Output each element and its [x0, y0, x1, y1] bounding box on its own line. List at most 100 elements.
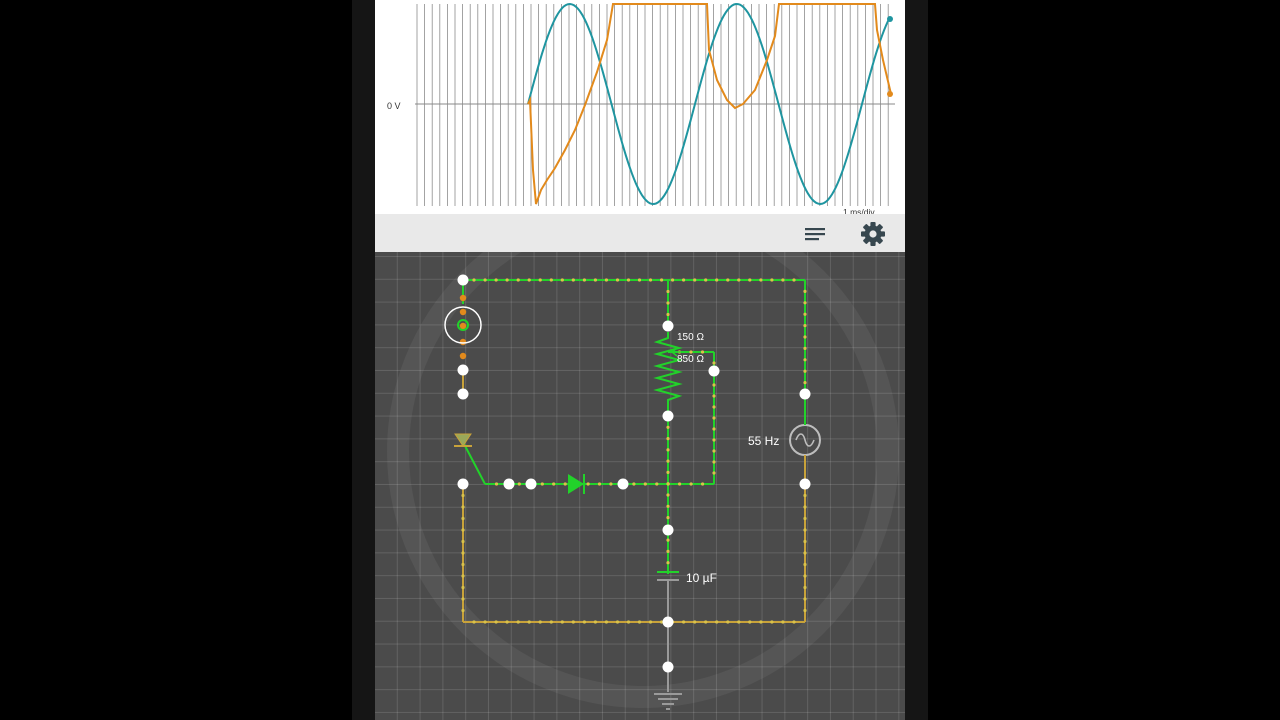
current-dot — [792, 620, 796, 624]
current-dot — [682, 620, 686, 624]
current-dot — [781, 278, 785, 282]
current-dot — [563, 482, 567, 486]
current-dot — [803, 493, 807, 498]
current-dot — [472, 620, 476, 624]
current-dot — [770, 620, 774, 624]
current-dot — [604, 620, 608, 624]
current-dot — [666, 425, 670, 429]
resistor-upper-label: 150 Ω — [677, 332, 704, 343]
current-dot — [712, 361, 716, 365]
current-dot — [552, 482, 556, 486]
current-dot — [666, 493, 670, 497]
current-dot — [682, 278, 686, 282]
current-dot — [461, 597, 465, 601]
current-dot — [803, 505, 807, 509]
current-dot — [759, 278, 763, 282]
current-dot — [803, 528, 807, 532]
current-dot — [712, 416, 716, 420]
current-dot — [803, 516, 807, 521]
current-dot — [701, 482, 705, 486]
current-dot — [803, 346, 807, 350]
current-dot — [527, 278, 531, 282]
current-dot — [671, 278, 675, 282]
current-dot — [461, 562, 465, 567]
watermark-ring — [387, 252, 899, 708]
lines-menu-icon[interactable] — [803, 224, 827, 244]
current-dot — [494, 620, 498, 624]
current-dot — [560, 278, 564, 282]
source-frequency-label: 55 Hz — [748, 434, 779, 448]
current-dot — [461, 608, 465, 613]
current-dot — [586, 482, 590, 486]
current-dot — [712, 394, 716, 398]
voltage-trace-marker — [887, 91, 893, 97]
dim-wires — [462, 370, 806, 623]
current-dot — [803, 574, 807, 578]
current-dot — [666, 437, 670, 441]
current-dot — [461, 516, 465, 521]
current-dot — [748, 620, 752, 624]
current-dot — [792, 278, 796, 282]
current-dot — [593, 620, 597, 624]
current-dot — [549, 278, 553, 282]
current-dot — [748, 278, 752, 282]
current-dot — [626, 620, 631, 624]
current-dot — [666, 504, 670, 508]
current-dot — [712, 438, 716, 442]
current-dot — [726, 278, 730, 282]
current-dot — [549, 620, 553, 624]
current-dot — [516, 620, 520, 624]
current-dot — [666, 470, 670, 474]
current-dot — [712, 471, 716, 475]
current-dot — [461, 574, 465, 578]
current-dot — [461, 493, 465, 498]
current-dot — [803, 597, 807, 601]
current-dot — [461, 528, 465, 532]
circuit-diagram: 150 Ω 850 Ω 55 Hz 10 µF — [387, 252, 899, 710]
current-dot — [803, 358, 807, 362]
current-dot — [582, 278, 586, 282]
current-dot — [803, 301, 807, 305]
current-dot — [712, 427, 716, 431]
current-dot — [593, 278, 597, 282]
thyristor-symbol[interactable] — [454, 433, 472, 447]
current-dot — [803, 369, 807, 373]
oscilloscope-panel: 0 V 1 ms/div — [375, 0, 905, 252]
current-dot — [712, 383, 716, 387]
diode-symbol[interactable] — [568, 474, 584, 494]
current-dot — [461, 585, 465, 590]
current-dot — [770, 278, 774, 282]
current-dot — [693, 620, 697, 624]
current-dot — [666, 289, 670, 294]
current-dot — [803, 608, 807, 613]
current-dot — [571, 620, 575, 624]
gear-icon[interactable] — [859, 220, 887, 248]
current-dot — [615, 278, 620, 282]
current-dot — [759, 620, 763, 624]
current-dot — [540, 482, 544, 486]
current-dot — [803, 539, 807, 544]
sine-wave-icon — [795, 433, 815, 447]
connection-nodes[interactable] — [457, 274, 811, 673]
current-dot — [609, 482, 613, 486]
current-dot — [803, 562, 807, 567]
circuit-canvas[interactable]: 150 Ω 850 Ω 55 Hz 10 µF — [375, 252, 905, 720]
current-dot — [803, 289, 807, 293]
simulator-app: 0 V 1 ms/div 150 Ω 850 Ω 55 Hz 10 µF — [352, 0, 928, 720]
current-dot — [666, 459, 670, 463]
current-dots — [461, 278, 807, 624]
current-dot — [781, 620, 785, 624]
current-dot — [461, 551, 465, 555]
current-dot — [704, 278, 708, 282]
potentiometer[interactable] — [653, 332, 683, 416]
current-dot — [803, 324, 807, 328]
current-dot — [604, 278, 608, 282]
current-dot — [666, 549, 670, 553]
current-dot — [712, 449, 716, 453]
current-dot — [626, 278, 631, 282]
current-dot — [538, 278, 542, 282]
current-dot — [666, 516, 670, 520]
current-dot — [516, 278, 520, 282]
current-dot — [803, 335, 807, 339]
current-dot — [715, 620, 719, 624]
